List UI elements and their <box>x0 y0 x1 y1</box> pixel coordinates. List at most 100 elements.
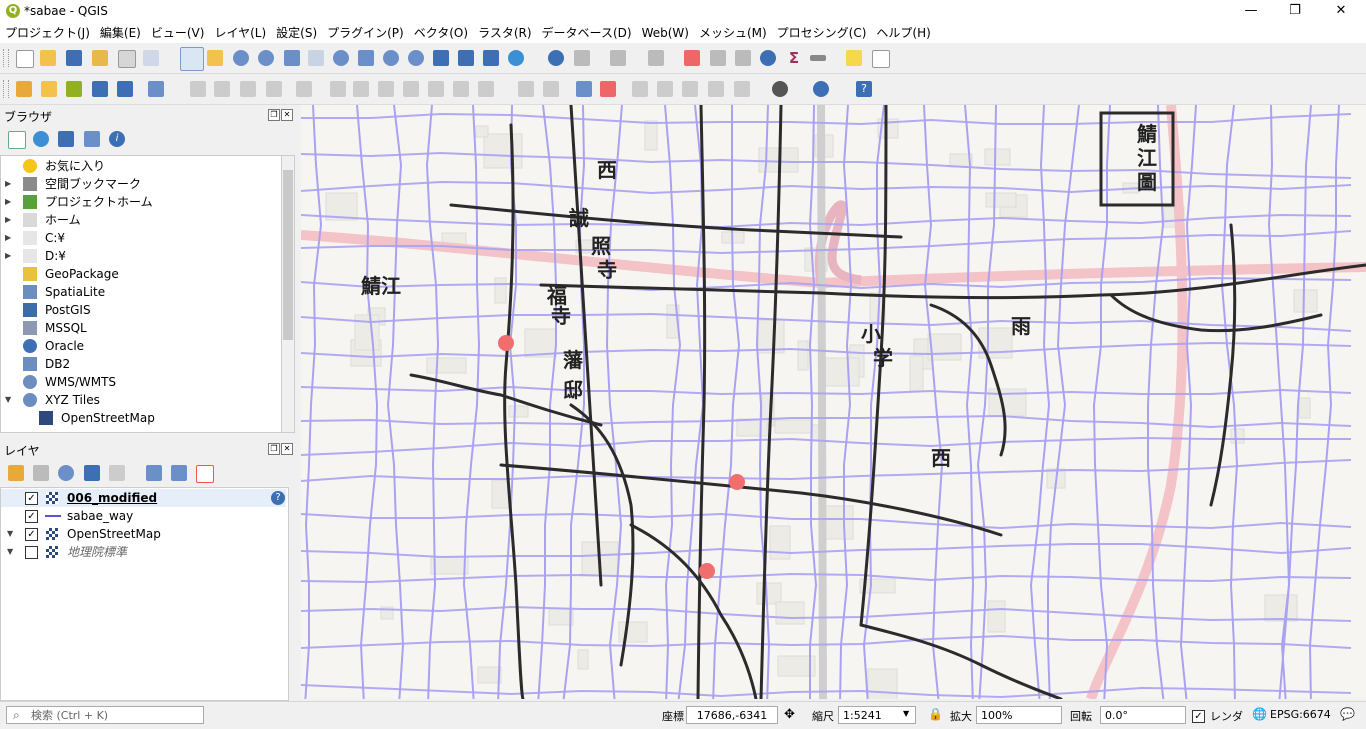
label-highlight-icon[interactable] <box>576 81 592 97</box>
browser-item[interactable]: ▼ XYZ Tiles <box>5 391 275 409</box>
menu-raster[interactable]: ラスタ(R) <box>473 23 536 43</box>
attribute-table-icon[interactable] <box>710 50 726 66</box>
browser-item[interactable]: MSSQL <box>5 319 275 337</box>
browser-item[interactable]: DB2 <box>5 355 275 373</box>
map-canvas[interactable]: 誠照寺西福寺藩邸鯖江圖雨小学西鯖江 <box>301 105 1366 699</box>
statistics-sigma-icon[interactable]: Σ <box>786 50 802 66</box>
cut-features-icon[interactable] <box>378 81 394 97</box>
label-tool-icon[interactable] <box>518 81 534 97</box>
browser-item[interactable]: ▶ 空間ブックマーク <box>5 175 275 193</box>
layer-visibility-checkbox[interactable]: ✓ <box>25 510 38 523</box>
field-calculator-icon[interactable] <box>735 50 751 66</box>
zoom-out-icon[interactable] <box>258 50 274 66</box>
browser-scrollbar[interactable] <box>281 155 295 433</box>
menu-mesh[interactable]: メッシュ(M) <box>694 23 772 43</box>
identify-icon[interactable] <box>548 50 564 66</box>
delete-selected-icon[interactable] <box>353 81 369 97</box>
layer-item[interactable]: ▼ ✓ OpenStreetMap <box>1 525 286 543</box>
add-group-icon[interactable] <box>33 465 49 481</box>
bookmark-new-icon[interactable] <box>483 50 499 66</box>
pin-labels-icon[interactable] <box>543 81 559 97</box>
layer-item[interactable]: ✓ 006_modified? <box>1 489 286 507</box>
maximize-button[interactable]: ❐ <box>1272 0 1318 23</box>
map-tips-icon[interactable] <box>846 50 862 66</box>
menu-web[interactable]: Web(W) <box>637 23 694 43</box>
manage-map-themes-icon[interactable] <box>58 465 74 481</box>
layer-visibility-checkbox[interactable] <box>25 546 38 559</box>
deselect-icon[interactable] <box>684 50 700 66</box>
current-edits-icon[interactable] <box>190 81 206 97</box>
vertex-tool-icon[interactable] <box>296 81 312 97</box>
layer-visibility-checkbox[interactable]: ✓ <box>25 492 38 505</box>
layer-visibility-checkbox[interactable]: ✓ <box>25 528 38 541</box>
paste-features-icon[interactable] <box>428 81 444 97</box>
layer-item[interactable]: ✓ sabae_way <box>1 507 286 525</box>
select-by-value-icon[interactable] <box>648 50 664 66</box>
change-label-icon[interactable] <box>682 81 698 97</box>
expand-all-icon[interactable] <box>146 465 162 481</box>
open-project-icon[interactable] <box>40 50 56 66</box>
browser-item[interactable]: ▶ ホーム <box>5 211 275 229</box>
action-icon[interactable] <box>574 50 590 66</box>
rotation-spinbox[interactable]: 0.0° <box>1100 706 1186 724</box>
refresh-icon[interactable] <box>508 50 524 66</box>
layers-splitter[interactable] <box>289 487 294 699</box>
add-selected-layers-icon[interactable] <box>8 131 26 149</box>
help-contents-icon[interactable]: ? <box>856 81 872 97</box>
chevron-down-icon[interactable]: ▼ <box>7 525 13 543</box>
new-temporary-layer-icon[interactable] <box>92 81 108 97</box>
float-panel-icon[interactable]: ❐ <box>268 443 280 455</box>
float-panel-icon[interactable]: ❐ <box>268 109 280 121</box>
add-feature-icon[interactable] <box>266 81 282 97</box>
select-features-icon[interactable] <box>610 50 626 66</box>
menu-view[interactable]: ビュー(V) <box>146 23 210 43</box>
georeferencer-icon[interactable] <box>772 81 788 97</box>
crs-globe-icon[interactable]: 🌐 <box>1252 707 1267 721</box>
move-label-icon[interactable] <box>632 81 648 97</box>
chevron-right-icon[interactable]: ▶ <box>5 193 15 211</box>
browser-item[interactable]: Oracle <box>5 337 275 355</box>
menu-layer[interactable]: レイヤ(L) <box>209 23 271 43</box>
chevron-right-icon[interactable]: ▶ <box>5 175 15 193</box>
menu-settings[interactable]: 設定(S) <box>271 23 322 43</box>
minimize-button[interactable]: — <box>1228 0 1274 23</box>
zoom-last-icon[interactable] <box>383 50 399 66</box>
messages-icon[interactable]: 💬 <box>1340 707 1355 721</box>
menu-plugins[interactable]: プラグイン(P) <box>322 23 409 43</box>
scrollbar-thumb[interactable] <box>283 170 293 340</box>
pan-to-selection-icon[interactable] <box>207 50 223 66</box>
chevron-right-icon[interactable]: ▶ <box>5 229 15 247</box>
browser-item[interactable]: PostGIS <box>5 301 275 319</box>
zoom-selection-icon[interactable] <box>308 50 324 66</box>
rotate-label-icon[interactable] <box>657 81 673 97</box>
move-diagram-icon[interactable] <box>708 81 724 97</box>
toolbar-grip[interactable] <box>3 80 9 98</box>
browser-item[interactable]: SpatiaLite <box>5 283 275 301</box>
chevron-right-icon[interactable]: ▶ <box>5 211 15 229</box>
menu-vector[interactable]: ベクタ(O) <box>409 23 473 43</box>
layer-styling-icon[interactable] <box>8 465 24 481</box>
chevron-down-icon[interactable]: ▼ <box>7 543 13 561</box>
zoom-native-icon[interactable] <box>358 50 374 66</box>
chevron-down-icon[interactable]: ▼ <box>5 391 15 409</box>
chevron-down-icon[interactable]: ▼ <box>903 709 909 718</box>
menu-project[interactable]: プロジェクト(J) <box>0 23 95 43</box>
temporal-controller-icon[interactable] <box>458 50 474 66</box>
filter-legend-icon[interactable] <box>84 465 100 481</box>
text-annotation-icon[interactable] <box>872 50 890 68</box>
new-print-layout-icon[interactable] <box>92 50 108 66</box>
locator-search-input[interactable]: 検索 (Ctrl + K) <box>6 706 204 724</box>
pan-map-icon[interactable] <box>180 47 204 71</box>
processing-toolbox-icon[interactable] <box>760 50 776 66</box>
menu-processing[interactable]: プロセシング(C) <box>772 23 872 43</box>
render-checkbox[interactable]: ✓ <box>1192 710 1205 723</box>
remove-layer-icon[interactable] <box>196 465 214 483</box>
measure-icon[interactable] <box>810 55 826 61</box>
browser-item[interactable]: ▶ プロジェクトホーム <box>5 193 275 211</box>
browser-item[interactable]: WMS/WMTS <box>5 373 275 391</box>
filter-by-expression-icon[interactable] <box>109 465 125 481</box>
collapse-all-layers-icon[interactable] <box>171 465 187 481</box>
new-project-icon[interactable] <box>16 50 34 68</box>
toggle-editing-icon[interactable] <box>214 81 230 97</box>
python-console-icon[interactable] <box>813 81 829 97</box>
